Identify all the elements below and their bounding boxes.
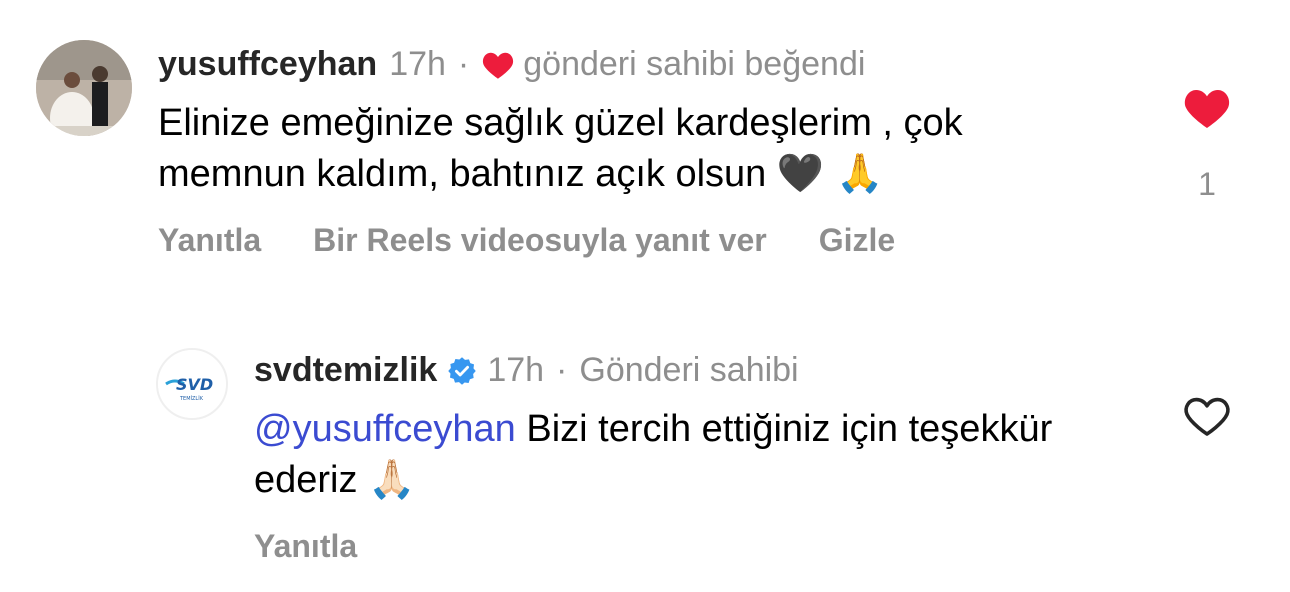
liked-by-author-heart-icon (481, 49, 515, 79)
avatar[interactable]: SVD TEMİZLİK (156, 348, 228, 420)
like-heart-filled-icon[interactable] (1182, 86, 1232, 130)
comment-text: Elinize emeğinize sağlık güzel kardeşler… (158, 98, 1118, 199)
comment-yusuffceyhan: yusuffceyhan 17h · gönderi sahibi beğend… (0, 0, 1290, 280)
liked-by-author-label: gönderi sahibi beğendi (523, 45, 866, 83)
separator-dot: · (457, 45, 470, 83)
svg-text:TEMİZLİK: TEMİZLİK (179, 395, 204, 402)
reply-emojis: 🙏🏻 (368, 457, 416, 501)
hide-button[interactable]: Gizle (819, 220, 895, 260)
reply-actions: Yanıtla (254, 526, 409, 566)
svd-logo-icon: SVD TEMİZLİK (158, 350, 226, 418)
post-author-badge: Gönderi sahibi (579, 351, 799, 389)
wedding-photo-icon (36, 40, 132, 136)
reply-text: @yusuffceyhan Bizi tercih ettiğiniz için… (254, 404, 1054, 505)
timestamp: 17h (487, 351, 545, 389)
verified-badge-icon (447, 355, 477, 385)
username[interactable]: yusuffceyhan (158, 44, 377, 84)
like-count: 1 (1198, 166, 1216, 202)
mention-link[interactable]: @yusuffceyhan (254, 408, 516, 450)
like-heart-outline-icon[interactable] (1182, 394, 1232, 438)
avatar[interactable] (36, 40, 132, 136)
comment-actions: Yanıtla Bir Reels videosuyla yanıt ver G… (158, 220, 947, 260)
separator-dot: · (556, 351, 568, 389)
reply-svdtemizlik: SVD TEMİZLİK svdtemizlik 17h · Gönderi s… (0, 330, 1290, 592)
reply-meta: svdtemizlik 17h · Gönderi sahibi (254, 350, 799, 390)
svg-text:SVD: SVD (176, 375, 213, 394)
reply-button[interactable]: Yanıtla (158, 220, 261, 260)
username[interactable]: svdtemizlik (254, 350, 437, 390)
reply-button[interactable]: Yanıtla (254, 526, 357, 566)
comment-meta: yusuffceyhan 17h · gönderi sahibi beğend… (158, 44, 865, 84)
comment-emojis: 🖤 🙏 (776, 151, 884, 195)
reply-with-reel-button[interactable]: Bir Reels videosuyla yanıt ver (313, 220, 767, 260)
timestamp: 17h (389, 45, 446, 83)
